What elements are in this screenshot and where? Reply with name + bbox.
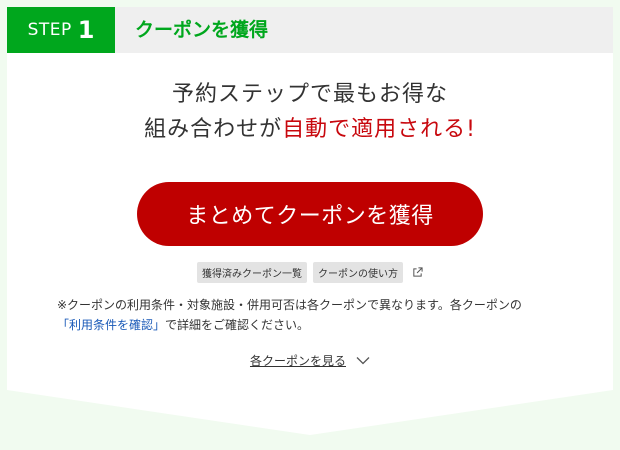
step-number: 1 (77, 16, 95, 44)
note-line2-suffix: で詳細をご確認ください。 (165, 318, 310, 332)
step-badge: STEP 1 (7, 7, 115, 53)
note-line1: ※クーポンの利用条件・対象施設・併用可否は各クーポンで異なります。各クーポンの (57, 298, 522, 312)
step-title: クーポンを獲得 (135, 19, 269, 41)
headline-line2: 組み合わせが自動で適用される! (7, 112, 613, 147)
headline-line1: 予約ステップで最もお得な (171, 82, 448, 107)
headline: 予約ステップで最もお得な 組み合わせが自動で適用される! (7, 77, 613, 147)
note-line2: 「利用条件を確認」で詳細をご確認ください。 (57, 315, 577, 335)
headline-line2-accent: 自動で適用される! (282, 117, 476, 142)
see-each-coupon-toggle[interactable]: 各クーポンを見る (7, 352, 613, 369)
coupon-note: ※クーポンの利用条件・対象施設・併用可否は各クーポンで異なります。各クーポンの … (57, 295, 577, 335)
step-label: STEP (27, 20, 72, 40)
see-each-coupon-label[interactable]: 各クーポンを見る (250, 352, 346, 369)
acquired-coupons-link[interactable]: 獲得済みクーポン一覧 (197, 262, 307, 283)
get-all-coupons-button[interactable]: まとめてクーポンを獲得 (137, 182, 483, 246)
chevron-down-icon[interactable] (356, 356, 370, 365)
coupon-howto-link[interactable]: クーポンの使い方 (313, 262, 403, 283)
headline-line2-prefix: 組み合わせが (144, 117, 283, 142)
usage-conditions-link[interactable]: 「利用条件を確認」 (57, 318, 165, 332)
external-link-icon[interactable] (412, 267, 423, 278)
coupon-links: 獲得済みクーポン一覧 クーポンの使い方 (7, 262, 613, 283)
coupon-step-card: STEP 1 クーポンを獲得 予約ステップで最もお得な 組み合わせが自動で適用さ… (7, 7, 613, 435)
step-header: STEP 1 クーポンを獲得 (7, 7, 613, 53)
